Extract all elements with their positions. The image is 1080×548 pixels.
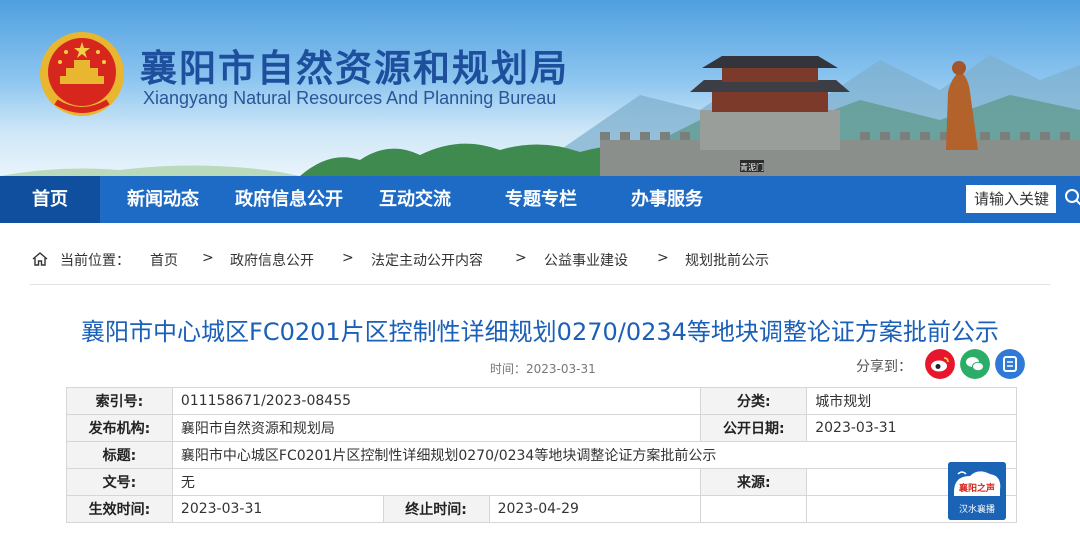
nav-item-news[interactable]: 新闻动态 (112, 176, 214, 223)
breadcrumb-prefix: 当前位置： (60, 253, 130, 269)
nav-item-home[interactable]: 首页 (0, 176, 100, 223)
national-emblem-icon (40, 32, 124, 116)
effective-value: 2023-03-31 (171, 495, 384, 523)
index-label: 索引号: (66, 387, 173, 415)
publisher-label: 发布机构: (66, 414, 173, 442)
wechat-icon[interactable] (960, 349, 990, 379)
badge-line1: 襄阳之声 (958, 482, 995, 494)
source-label: 来源: (700, 468, 808, 496)
share-label: 分享到： (856, 359, 912, 375)
badge-line2: 汉水襄播 (959, 503, 995, 515)
table-row: 文号: 无 来源: (66, 468, 1017, 496)
title-label: 标题: (66, 441, 173, 469)
category-label: 分类: (700, 387, 808, 415)
nav-item-gov-info[interactable]: 政府信息公开 (222, 176, 356, 223)
breadcrumb-separator: > (657, 250, 669, 266)
gate-plaque: 青泥门 (740, 162, 764, 172)
pubdate-label: 公开日期: (700, 414, 808, 442)
pubdate-value: 2023-03-31 (806, 414, 1017, 442)
title-value: 襄阳市中心城区FC0201片区控制性详细规划0270/0234等地块调整论证方案… (171, 441, 1018, 469)
breadcrumb-item-public-welfare[interactable]: 公益事业建设 (544, 250, 628, 270)
breadcrumb-divider (30, 284, 1050, 285)
header-banner: 青泥门 襄阳市自然资源和规划局 Xiangyang Natural Resour… (0, 0, 1080, 176)
publisher-value: 襄阳市自然资源和规划局 (171, 414, 702, 442)
article-title: 襄阳市中心城区FC0201片区控制性详细规划0270/0234等地块调整论证方案… (81, 318, 999, 346)
search-input[interactable]: 请输入关键 (966, 185, 1056, 213)
breadcrumb-separator: > (342, 250, 354, 266)
weibo-icon[interactable] (925, 349, 955, 379)
main-nav: 首页 新闻动态 政府信息公开 互动交流 专题专栏 办事服务 请输入关键 (0, 176, 1080, 223)
nav-item-services[interactable]: 办事服务 (618, 176, 716, 223)
breadcrumb-separator: > (515, 250, 527, 266)
nav-item-interaction[interactable]: 互动交流 (366, 176, 464, 223)
breadcrumb-item-gov-info[interactable]: 政府信息公开 (230, 250, 314, 270)
site-title: 襄阳市自然资源和规划局 (140, 47, 569, 90)
empty-cell (700, 495, 808, 523)
table-row: 标题: 襄阳市中心城区FC0201片区控制性详细规划0270/0234等地块调整… (66, 441, 1018, 469)
table-row: 发布机构: 襄阳市自然资源和规划局 公开日期: 2023-03-31 (66, 414, 1017, 442)
breadcrumb-item-statutory[interactable]: 法定主动公开内容 (371, 250, 483, 270)
xiangyang-voice-badge[interactable]: 襄阳之声 汉水襄播 (948, 462, 1006, 520)
table-row: 生效时间: 2023-03-31 终止时间: 2023-04-29 (66, 495, 1017, 523)
qzone-icon[interactable] (995, 349, 1025, 379)
document-info-table: 索引号: 011158671/2023-08455 分类: 城市规划 发布机构:… (66, 387, 1018, 523)
breadcrumb-item-planning-notice[interactable]: 规划批前公示 (685, 250, 769, 270)
expire-label: 终止时间: (382, 495, 490, 523)
nav-item-topics[interactable]: 专题专栏 (492, 176, 590, 223)
index-value: 011158671/2023-08455 (171, 387, 702, 415)
effective-label: 生效时间: (66, 495, 173, 523)
article-date: 时间：2023-03-31 (490, 362, 596, 376)
docno-value: 无 (171, 468, 702, 496)
voice-badge-logo-icon: 襄阳之声 汉水襄播 (948, 462, 1006, 520)
category-value: 城市规划 (806, 387, 1017, 415)
expire-value: 2023-04-29 (488, 495, 702, 523)
page: 青泥门 襄阳市自然资源和规划局 Xiangyang Natural Resour… (0, 0, 1080, 548)
site-subtitle: Xiangyang Natural Resources And Planning… (143, 88, 557, 108)
docno-label: 文号: (66, 468, 173, 496)
home-icon (32, 251, 48, 271)
breadcrumb-item-home[interactable]: 首页 (150, 250, 178, 270)
search-icon[interactable] (1064, 188, 1080, 206)
table-row: 索引号: 011158671/2023-08455 分类: 城市规划 (66, 387, 1017, 415)
breadcrumb-separator: > (202, 250, 214, 266)
